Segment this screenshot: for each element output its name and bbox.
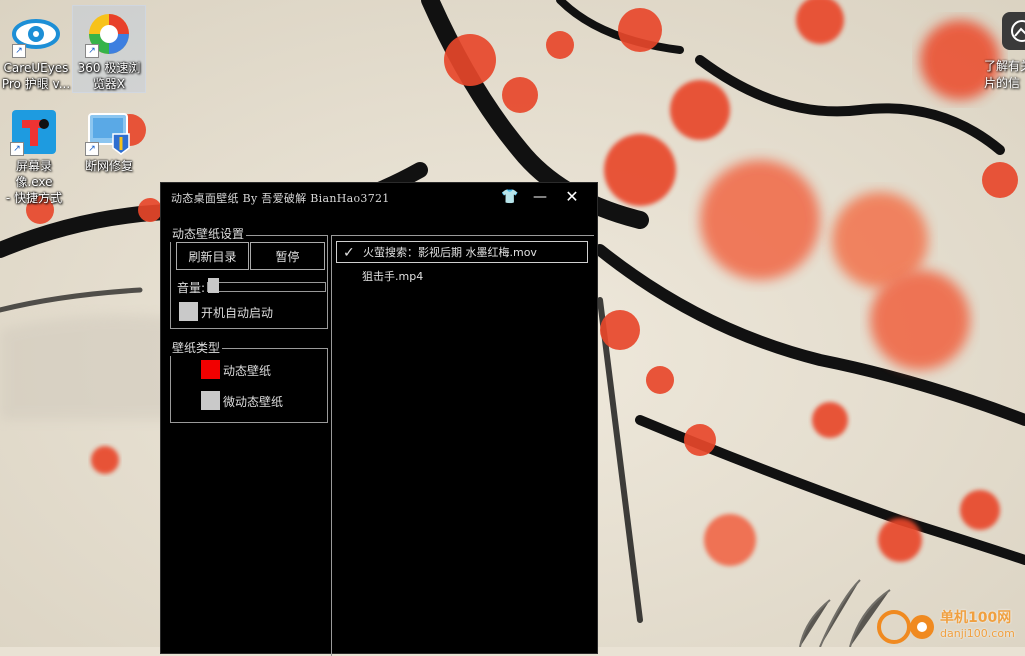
close-button[interactable]: ✕ [561, 187, 583, 207]
volume-slider[interactable] [207, 282, 326, 292]
desktop-icon-screen-recorder[interactable]: ↗ 屏幕录像.exe - 快捷方式 [0, 104, 70, 206]
dynamic-wallpaper-label: 动态壁纸 [223, 364, 272, 378]
skin-shirt-icon[interactable]: 👕 [499, 187, 521, 207]
list-item[interactable]: ✓ 火萤搜索：影视后期 水墨红梅.mov [336, 241, 588, 263]
volume-slider-thumb[interactable] [208, 278, 219, 293]
watermark-url: danji100.com [940, 627, 1015, 640]
list-item-label: 狙击手.mp4 [362, 270, 424, 283]
wallpaper-type-group-title: 壁纸类型 [170, 339, 223, 356]
desktop-icon-label: 断网修复 [84, 159, 133, 173]
desktop-icon-careueyes[interactable]: ↗ CareUEyes Pro 护眼 v... [0, 6, 72, 92]
screen-recorder-icon: ↗ [10, 108, 58, 156]
shortcut-arrow-icon: ↗ [10, 142, 24, 156]
minimize-button[interactable]: — [529, 187, 551, 207]
wallpaper-info-text[interactable]: 了解有关 片的信 [984, 58, 1025, 92]
eye-icon: ↗ [12, 10, 60, 58]
volume-label: 音量: [177, 281, 206, 295]
title-bar[interactable]: 动态桌面壁纸 By 吾爱破解 BianHao3721 👕 — ✕ [161, 183, 597, 211]
micro-dynamic-wallpaper-label: 微动态壁纸 [223, 395, 284, 409]
shortcut-arrow-icon: ↗ [12, 44, 26, 58]
desktop-icon-label: 360 极速浏 览器X [77, 61, 141, 91]
dynamic-wallpaper-radio[interactable] [201, 360, 220, 379]
desktop-icon-network-repair[interactable]: ↗ 断网修复 [73, 104, 145, 174]
window-title: 动态桌面壁纸 By 吾爱破解 BianHao3721 [171, 192, 390, 205]
image-icon [1011, 20, 1025, 42]
list-item-label: 火萤搜索：影视后期 水墨红梅.mov [363, 246, 537, 259]
dynamic-wallpaper-window: 动态桌面壁纸 By 吾爱破解 BianHao3721 👕 — ✕ 动态壁纸设置 … [160, 182, 598, 656]
settings-group-title: 动态壁纸设置 [170, 225, 247, 242]
wallpaper-info-widget[interactable] [1002, 12, 1025, 50]
browser-360-icon: ↗ [85, 10, 133, 58]
wallpaper-type-group [170, 348, 328, 423]
refresh-directory-button[interactable]: 刷新目录 [176, 242, 249, 270]
micro-dynamic-wallpaper-radio[interactable] [201, 391, 220, 410]
video-file-list[interactable]: ✓ 火萤搜索：影视后期 水墨红梅.mov 狙击手.mp4 [331, 235, 594, 656]
shortcut-arrow-icon: ↗ [85, 44, 99, 58]
check-icon: ✓ [343, 245, 355, 261]
shortcut-arrow-icon: ↗ [85, 142, 99, 156]
autostart-checkbox[interactable] [179, 302, 198, 321]
list-item[interactable]: 狙击手.mp4 [336, 266, 588, 288]
autostart-label: 开机自动启动 [201, 306, 274, 320]
network-repair-icon: ↗ [85, 108, 133, 156]
desktop-icon-label: CareUEyes Pro 护眼 v... [1, 61, 71, 91]
desktop-icon-360-browser[interactable]: ↗ 360 极速浏 览器X [72, 5, 146, 93]
watermark-title: 单机100网 [940, 610, 1012, 626]
pause-button[interactable]: 暂停 [250, 242, 325, 270]
desktop-icon-label: 屏幕录像.exe - 快捷方式 [5, 159, 63, 205]
